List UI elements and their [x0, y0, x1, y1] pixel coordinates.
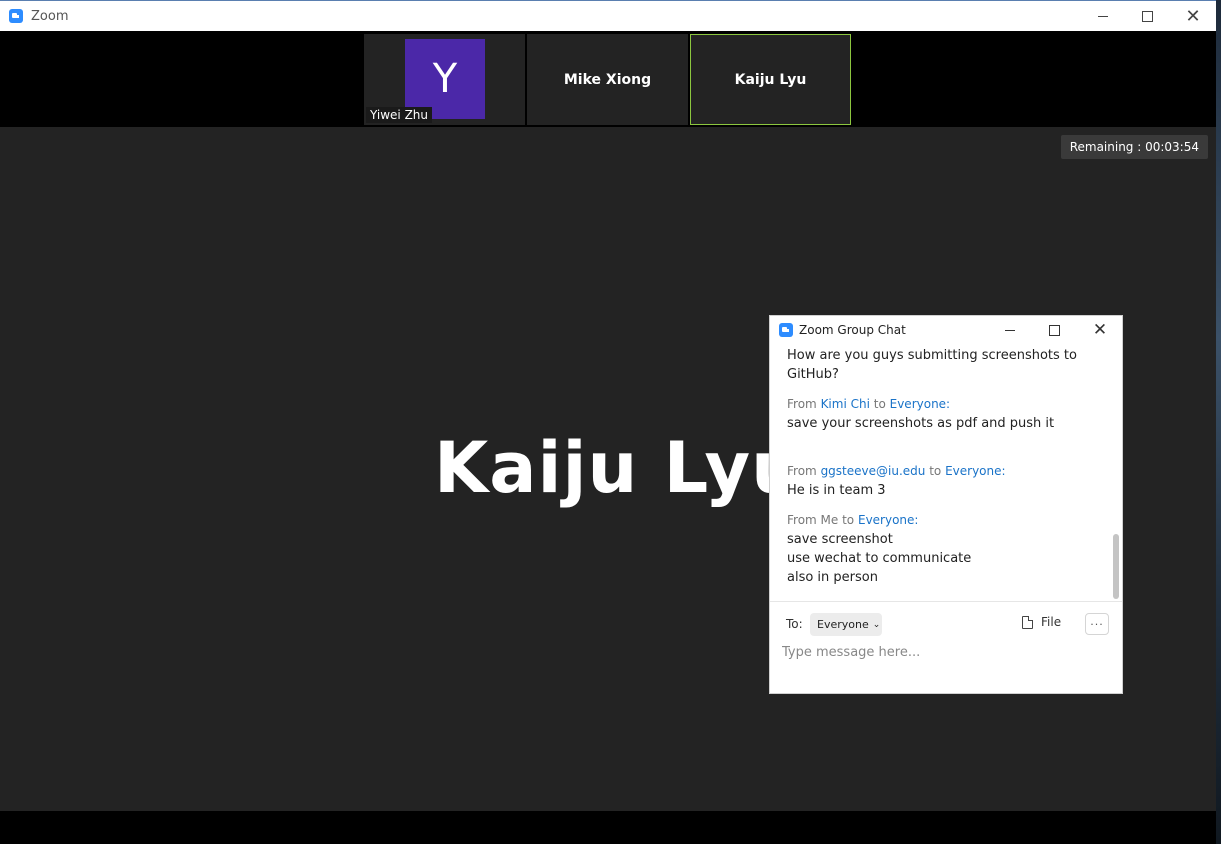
- zoom-logo-icon: [9, 9, 23, 23]
- zoom-window: Zoom ✕ Y Yiwei Zhu Mike Xiong Kaiju Lyu …: [0, 0, 1216, 844]
- recipient-name[interactable]: Everyone:: [945, 464, 1005, 478]
- to-label: To:: [786, 617, 803, 631]
- zoom-logo-icon: [779, 323, 793, 337]
- close-button[interactable]: ✕: [1170, 1, 1216, 31]
- participant-name: Mike Xiong: [563, 71, 652, 88]
- chevron-down-icon: ⌄: [872, 619, 881, 630]
- chat-message-list[interactable]: How are you guys submitting screenshots …: [770, 344, 1122, 600]
- more-options-button[interactable]: ···: [1085, 613, 1109, 635]
- minimize-button[interactable]: [1080, 1, 1126, 31]
- chat-maximize-button[interactable]: [1039, 319, 1069, 341]
- chat-message: How are you guys submitting screenshots …: [770, 346, 1122, 384]
- message-line: He is in team 3: [787, 483, 886, 498]
- chat-message: From ggsteeve@iu.edu to Everyone: He is …: [770, 463, 1122, 500]
- file-icon: [1022, 615, 1033, 629]
- from-prefix: From Me to: [787, 513, 855, 527]
- file-button[interactable]: File: [1022, 615, 1061, 629]
- to-word: to: [929, 464, 942, 478]
- sender-name[interactable]: ggsteeve@iu.edu: [821, 464, 926, 478]
- divider: [770, 601, 1122, 602]
- chat-message: From Kimi Chi to Everyone: save your scr…: [770, 396, 1122, 433]
- message-line: How are you guys submitting screenshots …: [787, 348, 1077, 363]
- recipient-select-value: Everyone: [817, 618, 869, 631]
- participant-thumb-yiwei[interactable]: Y Yiwei Zhu: [364, 34, 525, 125]
- app-title: Zoom: [31, 8, 69, 24]
- remaining-time-badge: Remaining : 00:03:54: [1060, 135, 1208, 159]
- chat-minimize-button[interactable]: [995, 319, 1025, 341]
- recipient-name[interactable]: Everyone:: [890, 397, 950, 411]
- message-header: From ggsteeve@iu.edu to Everyone:: [770, 463, 1122, 479]
- message-header: From Me to Everyone:: [770, 512, 1122, 528]
- active-speaker-name: Kaiju Lyu: [434, 427, 802, 509]
- group-chat-window: Zoom Group Chat ✕ How are you guys submi…: [769, 315, 1123, 694]
- chat-close-button[interactable]: ✕: [1085, 319, 1115, 341]
- chat-title-bar[interactable]: Zoom Group Chat ✕: [770, 316, 1122, 344]
- message-line: use wechat to communicate: [787, 551, 972, 566]
- participant-thumb-kaiju[interactable]: Kaiju Lyu: [690, 34, 851, 125]
- recipient-select[interactable]: Everyone ⌄: [810, 613, 882, 636]
- meeting-controls-bar: [0, 811, 1216, 844]
- chat-message: From Me to Everyone: save screenshot use…: [770, 512, 1122, 587]
- desktop-background-edge: [1216, 0, 1221, 844]
- message-line: save screenshot: [787, 532, 893, 547]
- chat-title: Zoom Group Chat: [799, 323, 906, 337]
- maximize-button[interactable]: [1124, 1, 1170, 31]
- from-prefix: From: [787, 464, 817, 478]
- participant-name: Yiwei Zhu: [366, 107, 433, 123]
- sender-name[interactable]: Kimi Chi: [821, 397, 870, 411]
- message-line: GitHub?: [787, 367, 839, 382]
- participant-thumb-mike[interactable]: Mike Xiong: [527, 34, 688, 125]
- message-header: From Kimi Chi to Everyone:: [770, 396, 1122, 412]
- file-label: File: [1041, 615, 1062, 629]
- to-word: to: [873, 397, 886, 411]
- participant-name: Kaiju Lyu: [734, 71, 807, 88]
- from-prefix: From: [787, 397, 817, 411]
- message-input[interactable]: [782, 642, 1112, 662]
- recipient-name[interactable]: Everyone:: [858, 513, 918, 527]
- message-line: save your screenshots as pdf and push it: [787, 416, 1055, 431]
- chat-scrollbar[interactable]: [1113, 534, 1119, 599]
- participant-strip: Y Yiwei Zhu Mike Xiong Kaiju Lyu: [0, 31, 1216, 127]
- message-line: also in person: [787, 570, 878, 585]
- title-bar: Zoom ✕: [0, 0, 1216, 31]
